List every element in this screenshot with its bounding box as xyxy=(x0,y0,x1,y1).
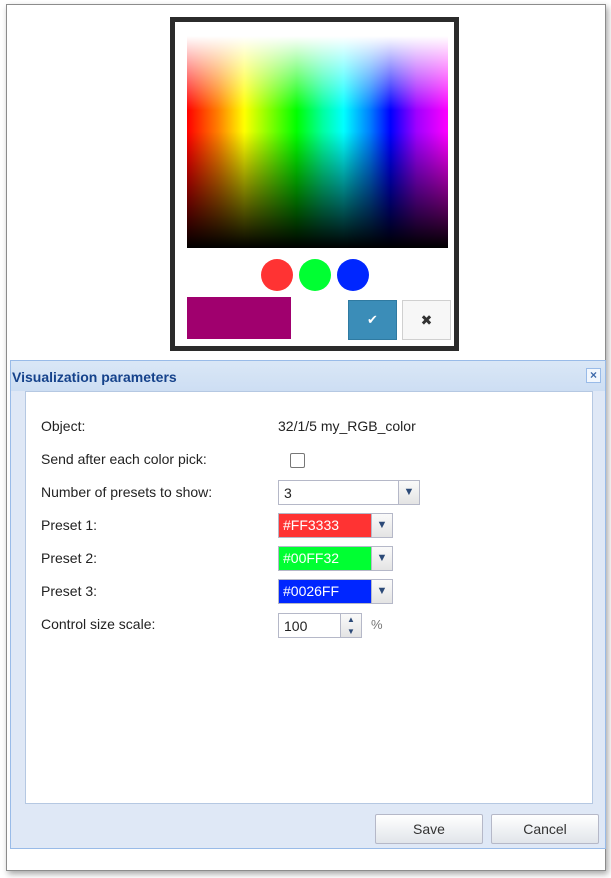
color-spectrum[interactable] xyxy=(187,36,448,248)
chevron-down-icon[interactable]: ▼ xyxy=(398,481,419,504)
spinner[interactable]: ▲ ▼ xyxy=(340,614,361,637)
check-icon: ✔ xyxy=(367,312,378,327)
current-color-preview xyxy=(187,297,291,339)
preset2-label: Preset 2: xyxy=(41,550,98,566)
chevron-down-icon[interactable]: ▼ xyxy=(371,547,392,570)
preset2-swatch: #00FF32 xyxy=(279,547,371,570)
visualization-parameters-dialog: Visualization parameters × Object: 32/1/… xyxy=(10,360,606,849)
spin-down-icon[interactable]: ▼ xyxy=(341,626,361,637)
preset-swatch-3[interactable] xyxy=(336,259,369,291)
dialog-close-button[interactable]: × xyxy=(586,368,601,383)
preset3-color-field[interactable]: #0026FF ▼ xyxy=(278,579,393,604)
spin-up-icon[interactable]: ▲ xyxy=(341,614,361,625)
color-picker: ✔ ✖ xyxy=(170,17,459,351)
close-icon: × xyxy=(589,368,597,382)
chevron-down-icon[interactable]: ▼ xyxy=(371,580,392,603)
cancel-color-button[interactable]: ✖ xyxy=(402,300,451,340)
preset3-swatch: #0026FF xyxy=(279,580,371,603)
confirm-button[interactable]: ✔ xyxy=(348,300,397,340)
cancel-button[interactable]: Cancel xyxy=(491,814,599,844)
color-picker-panel: ✔ ✖ xyxy=(175,22,454,346)
preset1-swatch: #FF3333 xyxy=(279,514,371,537)
dialog-title: Visualization parameters xyxy=(12,369,177,385)
save-button[interactable]: Save xyxy=(375,814,483,844)
object-value: 32/1/5 my_RGB_color xyxy=(278,418,416,434)
object-label: Object: xyxy=(41,418,86,434)
send-after-pick-checkbox[interactable] xyxy=(290,453,305,468)
preset3-label: Preset 3: xyxy=(41,583,98,599)
dialog-footer: Save Cancel xyxy=(25,810,599,844)
presets-count-select[interactable]: 3 ▼ xyxy=(278,480,420,505)
dialog-header: Visualization parameters × xyxy=(11,361,605,391)
presets-count-value: 3 xyxy=(284,485,292,501)
send-after-pick-label: Send after each color pick: xyxy=(41,451,207,467)
preset-swatch-2[interactable] xyxy=(298,259,331,291)
control-size-scale-label: Control size scale: xyxy=(41,616,156,632)
preset-swatch-1[interactable] xyxy=(260,259,293,291)
presets-count-label: Number of presets to show: xyxy=(41,484,213,500)
preset2-color-field[interactable]: #00FF32 ▼ xyxy=(278,546,393,571)
close-icon: ✖ xyxy=(420,312,433,328)
dialog-body: Object: 32/1/5 my_RGB_color Send after e… xyxy=(25,391,593,804)
control-size-scale-value: 100 xyxy=(284,618,308,634)
preset-swatches xyxy=(175,259,454,291)
chevron-down-icon[interactable]: ▼ xyxy=(371,514,392,537)
percent-unit: % xyxy=(371,617,383,632)
preset1-color-field[interactable]: #FF3333 ▼ xyxy=(278,513,393,538)
preset1-label: Preset 1: xyxy=(41,517,98,533)
control-size-scale-input[interactable]: 100 ▲ ▼ xyxy=(278,613,362,638)
